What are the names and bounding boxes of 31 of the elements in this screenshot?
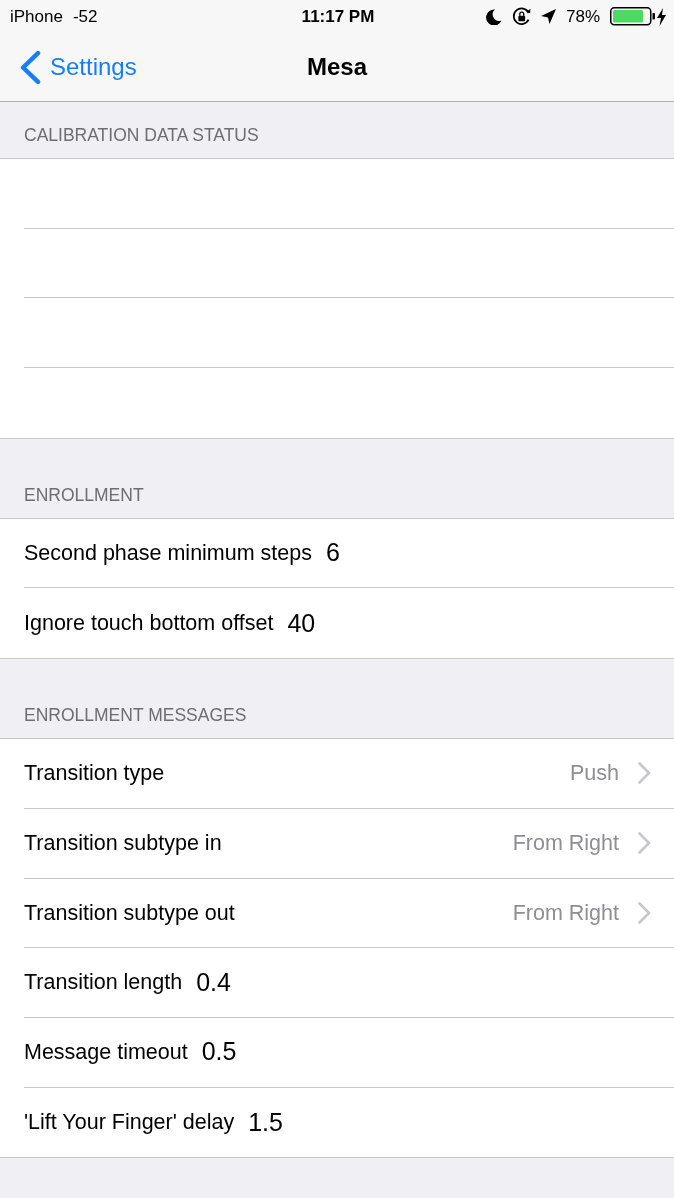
page-title: Mesa — [306, 52, 367, 82]
list-item[interactable]: Transition subtype in From Right — [24, 808, 674, 879]
signal-strength: -52 — [72, 5, 98, 28]
section-header: ENROLLMENT MESSAGES — [23, 703, 248, 727]
field-label: Second phase minimum steps — [24, 539, 312, 567]
section-header: CALIBRATION DATA STATUS — [23, 123, 260, 147]
input-field[interactable]: 0.5 — [201, 1033, 651, 1071]
field-label: 'Lift Your Finger' delay — [24, 1109, 235, 1137]
time: 11:17 PM — [301, 5, 375, 28]
chevron-icon — [638, 832, 651, 855]
chevron-icon — [638, 762, 651, 785]
battery-percentage: 78% — [565, 5, 600, 28]
input-field[interactable]: 40 — [287, 604, 651, 643]
back-chevron-icon — [19, 50, 41, 84]
input-field[interactable]: 1.5 — [248, 1103, 651, 1142]
section-header: ENROLLMENT — [23, 483, 145, 507]
list-item[interactable]: Transition subtype out From Right — [24, 878, 674, 949]
carrier-name: iPhone — [10, 5, 63, 28]
battery-icon — [610, 7, 655, 26]
back-button[interactable]: Settings — [0, 49, 137, 85]
field-label: Transition length — [24, 969, 183, 997]
field-label: Ignore touch bottom offset — [24, 610, 274, 638]
moon-icon — [485, 8, 502, 25]
input-field[interactable]: 0.4 — [196, 963, 651, 1002]
input-field[interactable]: 6 — [326, 534, 651, 572]
charging-bolt-icon — [657, 7, 666, 26]
list-item[interactable]: Transition type Push — [24, 739, 674, 809]
chevron-icon — [638, 901, 651, 924]
location-arrow-icon — [540, 9, 556, 24]
field-label: Message timeout — [24, 1039, 188, 1067]
rotation-lock-icon — [511, 7, 531, 26]
